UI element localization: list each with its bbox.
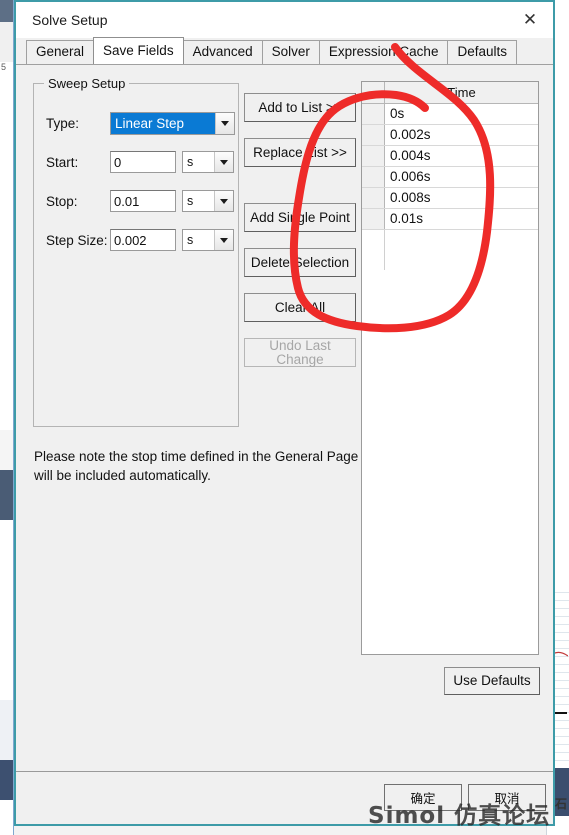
start-unit-value: s bbox=[183, 152, 214, 172]
table-row[interactable]: 0.006s bbox=[362, 167, 538, 188]
row-header-cell[interactable] bbox=[362, 188, 385, 208]
type-label: Type: bbox=[46, 115, 80, 131]
tab-general[interactable]: General bbox=[26, 40, 95, 64]
row-header-cell bbox=[362, 250, 385, 270]
step-size-field-row: Step Size: s bbox=[46, 228, 234, 252]
start-input[interactable] bbox=[110, 151, 176, 173]
type-combobox-value: Linear Step bbox=[111, 112, 215, 134]
solve-setup-dialog: Solve Setup ✕ General Save Fields Advanc… bbox=[14, 0, 555, 826]
table-row[interactable]: 0.01s bbox=[362, 209, 538, 230]
tab-expression-cache[interactable]: Expression Cache bbox=[318, 40, 449, 64]
chevron-down-icon[interactable] bbox=[214, 191, 233, 211]
table-row[interactable]: 0.008s bbox=[362, 188, 538, 209]
chevron-down-icon[interactable] bbox=[214, 152, 233, 172]
dialog-title: Solve Setup bbox=[32, 12, 108, 28]
time-cell: 0.006s bbox=[390, 169, 431, 184]
start-label: Start: bbox=[46, 154, 79, 170]
time-list-rows: 0s 0.002s 0.004s 0.006s 0.008s 0.01s bbox=[362, 104, 538, 270]
delete-selection-button[interactable]: Delete Selection bbox=[244, 248, 356, 277]
stop-unit-value: s bbox=[183, 191, 214, 211]
tab-strip: General Save Fields Advanced Solver Expr… bbox=[16, 37, 553, 64]
row-header-cell[interactable] bbox=[362, 167, 385, 187]
row-header-cell[interactable] bbox=[362, 209, 385, 229]
dialog-footer: 确定 取消 bbox=[16, 771, 553, 824]
step-size-unit-combobox[interactable]: s bbox=[182, 229, 234, 251]
step-size-label: Step Size: bbox=[46, 232, 108, 248]
tab-save-fields[interactable]: Save Fields bbox=[93, 37, 184, 64]
empty-row[interactable] bbox=[362, 250, 538, 270]
tab-pane-save-fields: Sweep Setup Type: Linear Step Start: s bbox=[16, 64, 553, 824]
table-row[interactable]: 0.002s bbox=[362, 125, 538, 146]
tab-solver[interactable]: Solver bbox=[261, 40, 320, 64]
stop-time-note: Please note the stop time defined in the… bbox=[34, 449, 359, 483]
row-header-cell[interactable] bbox=[362, 146, 385, 166]
row-header-cell[interactable] bbox=[362, 125, 385, 145]
undo-last-change-button: Undo Last Change bbox=[244, 338, 356, 367]
use-defaults-button[interactable]: Use Defaults bbox=[444, 667, 540, 695]
time-cell: 0.004s bbox=[390, 148, 431, 163]
close-icon[interactable]: ✕ bbox=[507, 2, 553, 38]
cancel-button[interactable]: 取消 bbox=[468, 784, 546, 811]
stop-input[interactable] bbox=[110, 190, 176, 212]
tab-defaults[interactable]: Defaults bbox=[447, 40, 517, 64]
time-column-header[interactable]: Time bbox=[385, 82, 538, 103]
time-list-panel[interactable]: Time 0s 0.002s 0.004s 0.006s 0.008s 0.01s bbox=[361, 81, 539, 655]
time-list-corner-cell bbox=[362, 82, 385, 103]
table-row[interactable]: 0s bbox=[362, 104, 538, 125]
start-field-row: Start: s bbox=[46, 150, 234, 174]
stop-field-row: Stop: s bbox=[46, 189, 234, 213]
step-size-input[interactable] bbox=[110, 229, 176, 251]
row-header-cell bbox=[362, 230, 385, 250]
time-cell: 0.002s bbox=[390, 127, 431, 142]
background-left-strip bbox=[0, 0, 14, 835]
type-field-row: Type: Linear Step bbox=[46, 111, 235, 135]
type-combobox[interactable]: Linear Step bbox=[110, 111, 235, 135]
background-line-number: 5 bbox=[1, 62, 7, 72]
add-to-list-button[interactable]: Add to List >> bbox=[244, 93, 356, 122]
time-cell: 0.008s bbox=[390, 190, 431, 205]
chevron-down-icon[interactable] bbox=[214, 230, 233, 250]
time-cell: 0s bbox=[390, 106, 405, 121]
background-right-glyph: 石 bbox=[554, 797, 567, 811]
row-header-cell[interactable] bbox=[362, 104, 385, 124]
replace-list-button[interactable]: Replace List >> bbox=[244, 138, 356, 167]
dialog-titlebar: Solve Setup ✕ bbox=[16, 2, 553, 38]
stop-unit-combobox[interactable]: s bbox=[182, 190, 234, 212]
tab-advanced[interactable]: Advanced bbox=[182, 40, 263, 64]
table-row[interactable]: 0.004s bbox=[362, 146, 538, 167]
ok-button[interactable]: 确定 bbox=[384, 784, 462, 811]
time-cell: 0.01s bbox=[390, 211, 424, 226]
clear-all-button[interactable]: Clear All bbox=[244, 293, 356, 322]
chevron-down-icon[interactable] bbox=[215, 112, 234, 134]
start-unit-combobox[interactable]: s bbox=[182, 151, 234, 173]
step-size-unit-value: s bbox=[183, 230, 214, 250]
time-list-header: Time bbox=[362, 82, 538, 104]
save-fields-content: Sweep Setup Type: Linear Step Start: s bbox=[16, 65, 553, 772]
sweep-setup-title: Sweep Setup bbox=[44, 76, 130, 91]
empty-row[interactable] bbox=[362, 230, 538, 250]
add-single-point-button[interactable]: Add Single Point bbox=[244, 203, 356, 232]
stop-label: Stop: bbox=[46, 193, 78, 209]
sweep-setup-group: Sweep Setup Type: Linear Step Start: s bbox=[33, 76, 239, 427]
